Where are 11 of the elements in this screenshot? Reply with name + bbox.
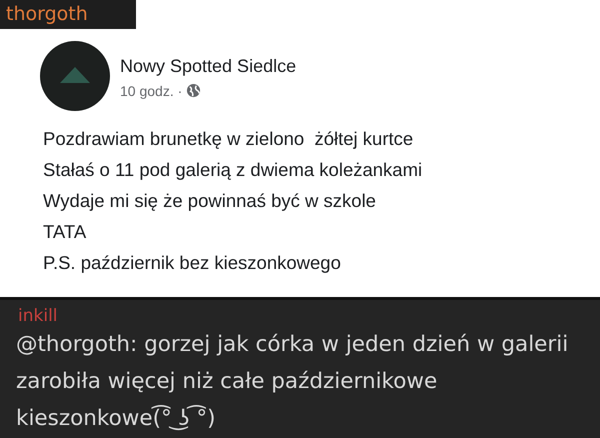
- post-text-line: Wydaje mi się że powinnaś być w szkole: [43, 189, 377, 213]
- globe-icon: [186, 83, 202, 98]
- post-text-line: Stałaś o 11 pod galerią z dwiema koleżankami: [43, 158, 424, 182]
- post-time: 10 godz. ·: [120, 82, 182, 98]
- comment-text: @thorgoth: gorzej jak córka w jeden dzień w galerii zarobiła więcej niż całe październikowe kieszonkowe(͡° ͜ʖ ͡°): [15, 331, 570, 433]
- comment-author[interactable]: inkill: [14, 306, 58, 326]
- post-text-line: P.S. październik bez kieszonkowego: [43, 251, 342, 275]
- page-name[interactable]: Nowy Spotted Siedlce: [120, 56, 296, 76]
- username[interactable]: thorgoth: [0, 0, 136, 29]
- post-text-line: Pozdrawiam brunetkę w zielono żółtej kurtce: [43, 127, 414, 151]
- post-text-line: TATA: [43, 220, 88, 244]
